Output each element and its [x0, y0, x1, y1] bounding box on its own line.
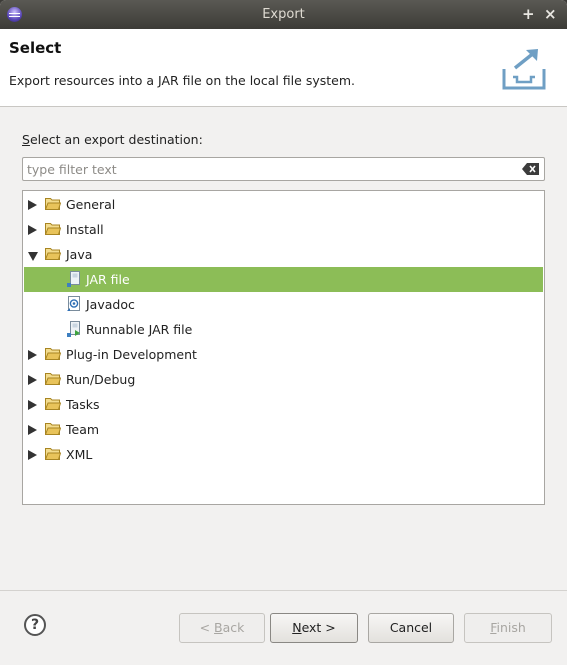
- back-button[interactable]: < Back: [179, 613, 265, 643]
- folder-icon: [45, 348, 61, 360]
- expanded-arrow-icon[interactable]: [28, 252, 38, 261]
- page-title: Select: [9, 39, 62, 57]
- runnable-jar-icon: [67, 321, 80, 337]
- folder-icon: [45, 248, 61, 260]
- tree-item[interactable]: General: [24, 192, 543, 217]
- title-bar: Export + ×: [0, 0, 567, 29]
- folder-icon: [45, 448, 61, 460]
- collapsed-arrow-icon[interactable]: [28, 450, 37, 460]
- next-button[interactable]: Next >: [270, 613, 358, 643]
- tree-item-label: Tasks: [66, 397, 100, 412]
- clear-filter-icon[interactable]: [522, 163, 539, 175]
- collapsed-arrow-icon[interactable]: [28, 375, 37, 385]
- tree-item-label: Javadoc: [86, 297, 135, 312]
- tree-item-label: General: [66, 197, 116, 212]
- export-wizard-icon: [502, 49, 546, 90]
- eclipse-icon: [7, 7, 22, 22]
- collapsed-arrow-icon[interactable]: [28, 350, 37, 360]
- collapsed-arrow-icon[interactable]: [28, 400, 37, 410]
- page-description: Export resources into a JAR file on the …: [9, 73, 355, 88]
- export-dialog: Export + × Select Export resources into …: [0, 0, 567, 665]
- wizard-header: Select Export resources into a JAR file …: [0, 29, 567, 107]
- footer-separator: [0, 590, 567, 591]
- tree-item[interactable]: JAR file: [24, 267, 543, 292]
- collapsed-arrow-icon[interactable]: [28, 425, 37, 435]
- tree-item-label: JAR file: [86, 272, 130, 287]
- javadoc-icon: [67, 296, 80, 311]
- tree-item[interactable]: Run/Debug: [24, 367, 543, 392]
- tree-item[interactable]: Team: [24, 417, 543, 442]
- tree-item[interactable]: Tasks: [24, 392, 543, 417]
- tree-item[interactable]: Javadoc: [24, 292, 543, 317]
- tree-item-label: XML: [66, 447, 93, 462]
- export-destination-tree[interactable]: General Install Java JAR file Javadoc Runnabl…: [22, 190, 545, 505]
- tree-item[interactable]: Java: [24, 242, 543, 267]
- tree-item-label: Java: [66, 247, 93, 262]
- folder-icon: [45, 398, 61, 410]
- finish-button[interactable]: Finish: [464, 613, 552, 643]
- filter-input[interactable]: [27, 160, 507, 178]
- window-title: Export: [262, 7, 305, 22]
- tree-item[interactable]: Plug-in Development: [24, 342, 543, 367]
- collapsed-arrow-icon[interactable]: [28, 225, 37, 235]
- tree-item[interactable]: Runnable JAR file: [24, 317, 543, 342]
- cancel-button[interactable]: Cancel: [368, 613, 454, 643]
- tree-item-label: Runnable JAR file: [86, 322, 193, 337]
- filter-field[interactable]: [22, 157, 545, 181]
- folder-icon: [45, 198, 61, 210]
- tree-item[interactable]: Install: [24, 217, 543, 242]
- tree-item-label: Team: [66, 422, 100, 437]
- close-button[interactable]: ×: [544, 0, 557, 29]
- jar-icon: [67, 271, 80, 287]
- folder-icon: [45, 223, 61, 235]
- tree-item-label: Run/Debug: [66, 372, 136, 387]
- maximize-button[interactable]: +: [522, 0, 535, 29]
- help-button[interactable]: ?: [24, 614, 46, 636]
- tree-item[interactable]: XML: [24, 442, 543, 467]
- destination-label: Select an export destination:: [22, 132, 203, 147]
- tree-item-label: Plug-in Development: [66, 347, 197, 362]
- folder-icon: [45, 373, 61, 385]
- tree-item-label: Install: [66, 222, 104, 237]
- folder-icon: [45, 423, 61, 435]
- collapsed-arrow-icon[interactable]: [28, 200, 37, 210]
